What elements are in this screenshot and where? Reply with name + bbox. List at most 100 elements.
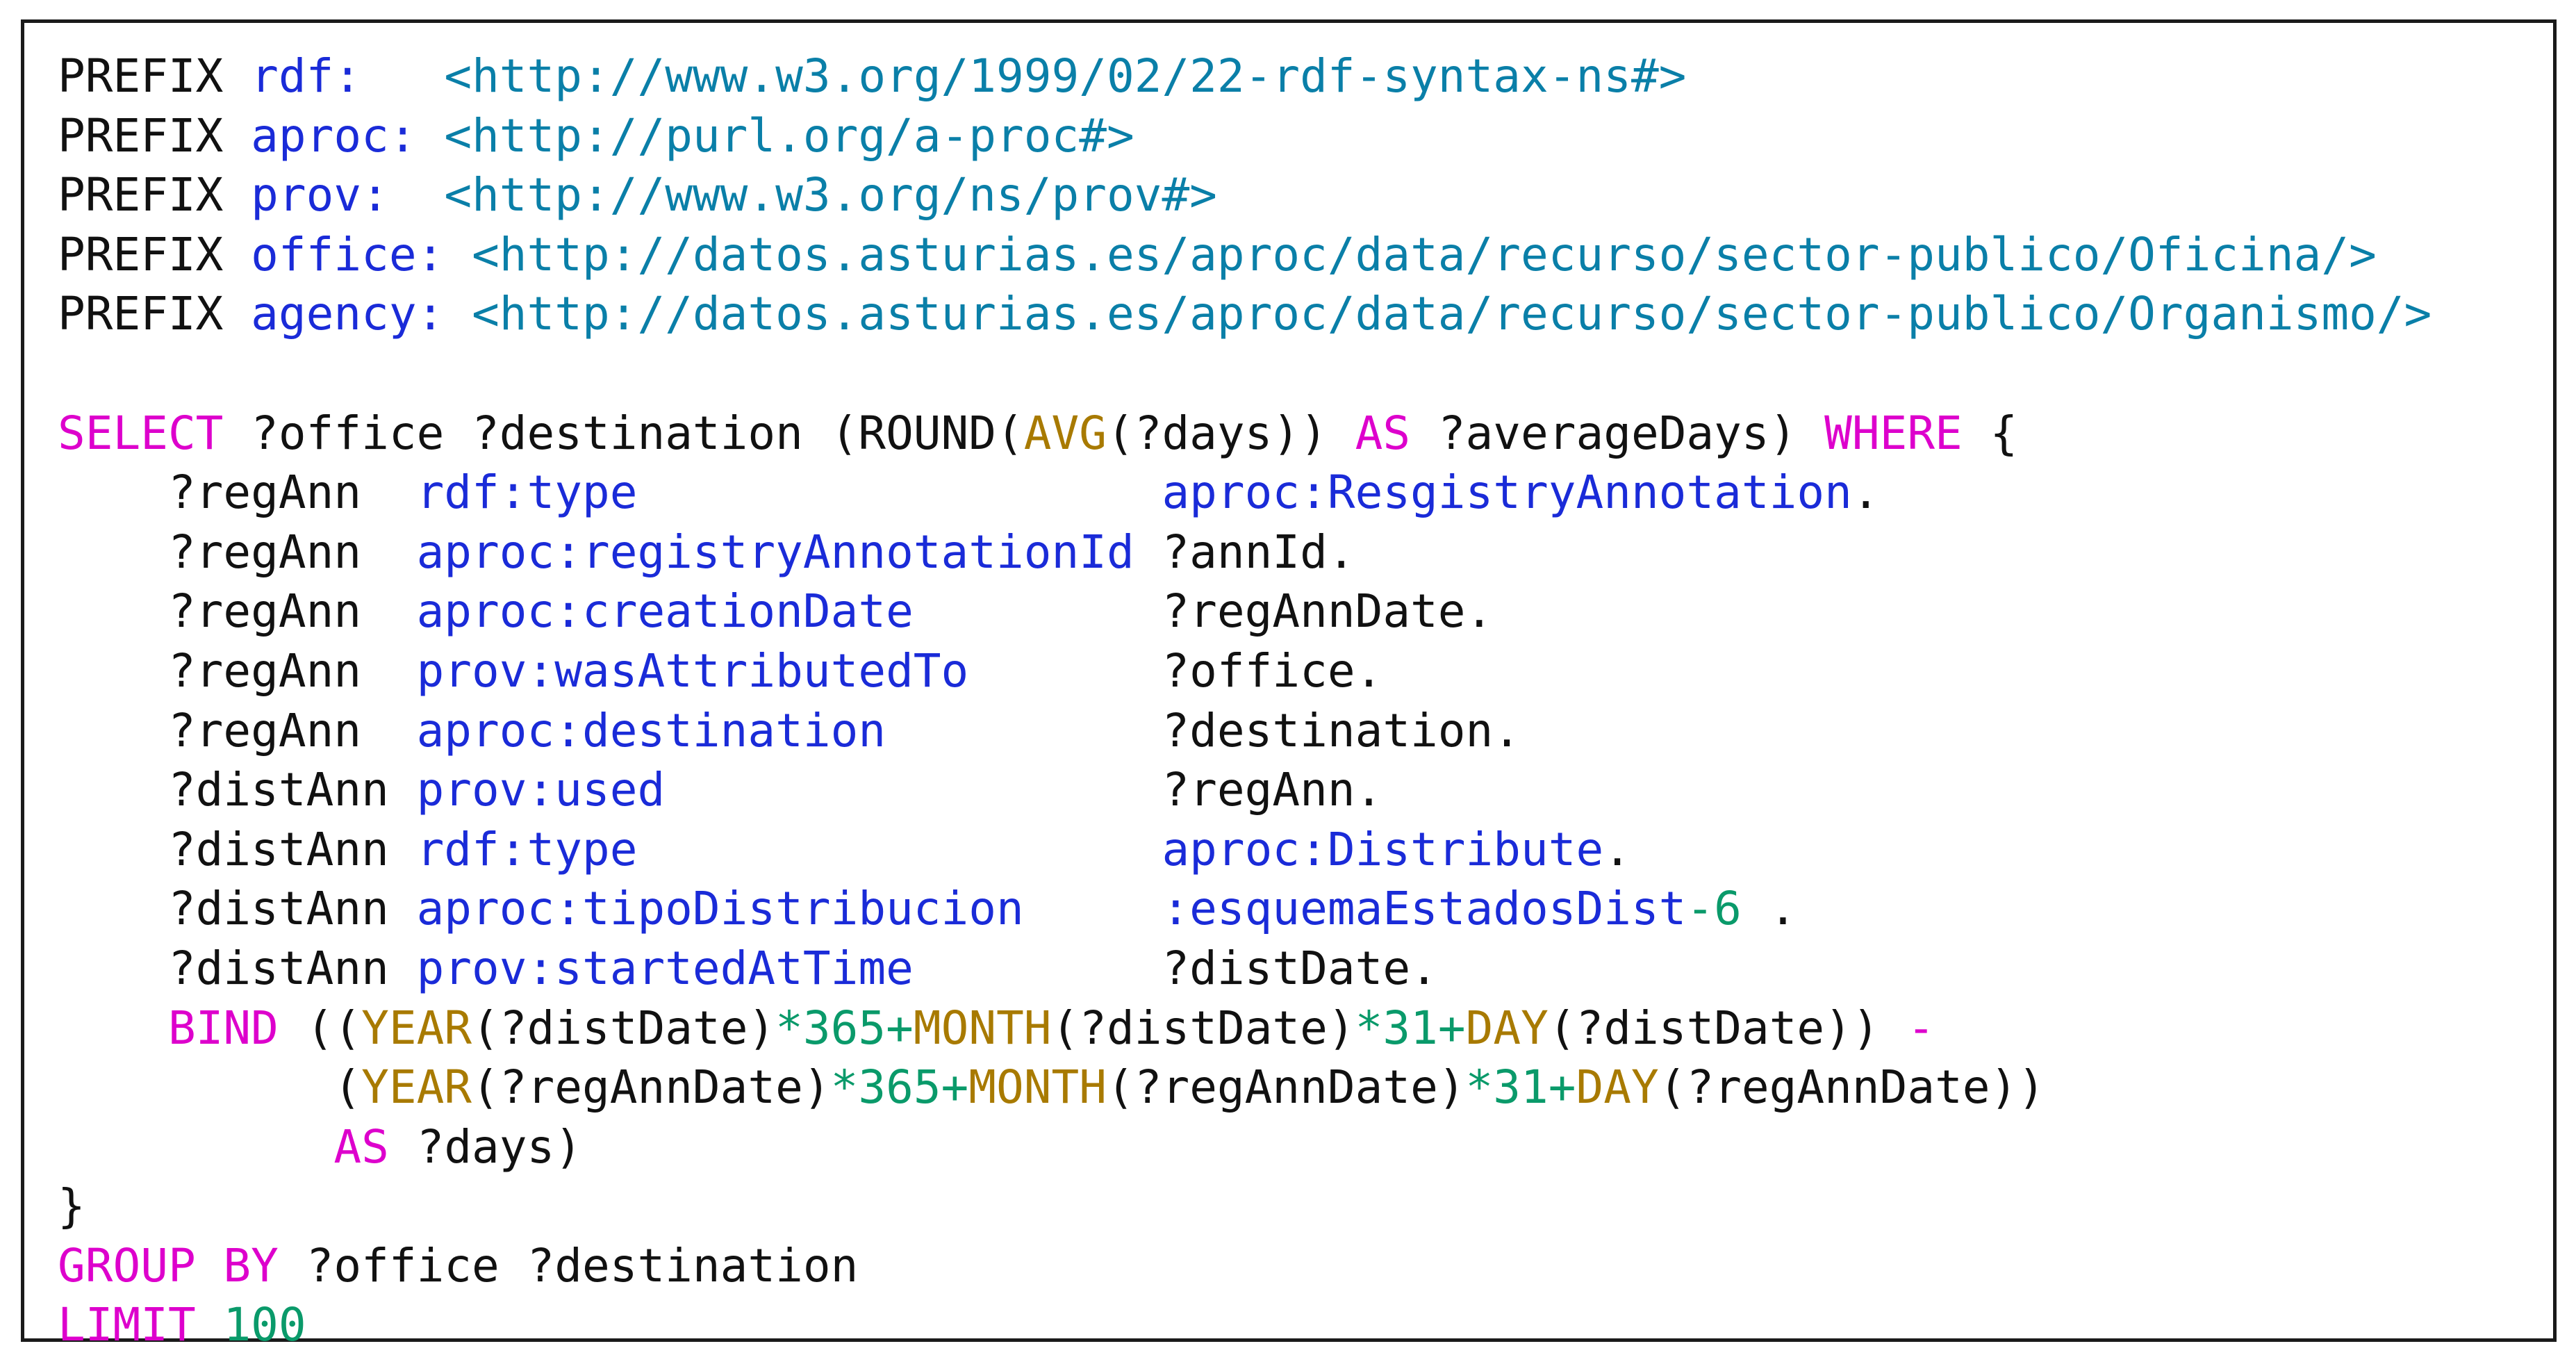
code-line: LIMIT 100 <box>58 1295 2431 1355</box>
code-keyword: AS <box>333 1119 389 1174</box>
code-line: PREFIX office: <http://datos.asturias.es… <box>58 225 2431 285</box>
code-text: PREFIX <box>58 227 251 281</box>
code-text: PREFIX <box>58 49 251 103</box>
code-keyword: GROUP BY <box>58 1238 279 1293</box>
code-line: ?regAnn prov:wasAttributedTo ?office. <box>58 641 2431 701</box>
code-function: YEAR <box>361 1060 472 1115</box>
code-text: PREFIX <box>58 108 251 163</box>
code-function: YEAR <box>361 1001 472 1055</box>
code-number: -6 <box>1686 882 1742 936</box>
code-term: agency: <box>251 287 445 341</box>
code-text: ?distAnn <box>58 882 417 936</box>
code-line: (YEAR(?regAnnDate)*365+MONTH(?regAnnDate… <box>58 1058 2431 1117</box>
code-line: ?distAnn rdf:type aproc:Distribute. <box>58 820 2431 880</box>
code-line: ?regAnn rdf:type aproc:ResgistryAnnotati… <box>58 463 2431 523</box>
code-line: SELECT ?office ?destination (ROUND(AVG(?… <box>58 404 2431 463</box>
code-frame: PREFIX rdf: <http://www.w3.org/1999/02/2… <box>21 19 2557 1352</box>
code-text: ?regAnn <box>58 643 417 698</box>
code-iri: <http://www.w3.org/ns/prov#> <box>444 168 1217 222</box>
code-line: ?regAnn aproc:registryAnnotationId ?annI… <box>58 523 2431 582</box>
code-text: ?regAnn <box>58 584 417 639</box>
code-line: ?regAnn aproc:creationDate ?regAnnDate. <box>58 582 2431 641</box>
code-text: (?distDate) <box>1051 1001 1355 1055</box>
code-text: (?regAnnDate) <box>472 1060 831 1115</box>
code-text: . <box>1851 466 1880 520</box>
code-number: *31+ <box>1465 1060 1576 1115</box>
code-function: MONTH <box>968 1060 1107 1115</box>
code-text: PREFIX <box>58 287 251 341</box>
code-text: ?office ?destination <box>278 1238 859 1293</box>
code-line: PREFIX aproc: <http://purl.org/a-proc#> <box>58 106 2431 166</box>
code-term: rdf:type <box>416 466 638 520</box>
code-text: . <box>1603 822 1631 876</box>
code-text: ?regAnn. <box>665 763 1383 817</box>
code-text: . <box>1741 882 1797 936</box>
code-text: ?distAnn <box>58 822 417 876</box>
code-text: ?days) <box>388 1119 582 1174</box>
code-keyword: LIMIT <box>58 1298 196 1352</box>
code-text: ?destination. <box>886 703 1521 757</box>
code-term: aproc:registryAnnotationId <box>416 525 1134 579</box>
code-term: prov:used <box>416 763 666 817</box>
code-term: aproc: <box>251 108 417 163</box>
code-text: (?regAnnDate)) <box>1658 1060 2046 1115</box>
code-text: ?distDate. <box>913 941 1438 995</box>
code-line: ?distAnn prov:startedAtTime ?distDate. <box>58 939 2431 999</box>
code-text: ?office. <box>968 643 1383 698</box>
code-line: GROUP BY ?office ?destination <box>58 1236 2431 1296</box>
code-line: ?distAnn prov:used ?regAnn. <box>58 760 2431 820</box>
code-line: ?distAnn aproc:tipoDistribucion :esquema… <box>58 879 2431 939</box>
code-term: rdf:type <box>416 822 638 876</box>
code-text: ?averageDays) <box>1410 406 1825 460</box>
code-text: (?distDate) <box>472 1001 776 1055</box>
code-keyword: - <box>1907 1001 1935 1055</box>
code-text: { <box>1962 406 2018 460</box>
code-term: aproc:creationDate <box>416 584 914 639</box>
code-term: aproc:Distribute <box>1162 822 1604 876</box>
code-text: ( <box>58 1060 362 1115</box>
code-text: ?regAnn <box>58 703 417 757</box>
code-function: DAY <box>1576 1060 1659 1115</box>
code-iri: <http://datos.asturias.es/aproc/data/rec… <box>472 227 2377 281</box>
code-text: ?annId. <box>1134 525 1355 579</box>
code-number: *365+ <box>775 1001 914 1055</box>
code-term: prov:wasAttributedTo <box>416 643 969 698</box>
code-keyword: BIND <box>167 1001 279 1055</box>
code-text: (?regAnnDate) <box>1106 1060 1466 1115</box>
code-text: (?distDate)) <box>1548 1001 1908 1055</box>
code-term: prov: <box>251 168 389 222</box>
code-line: PREFIX rdf: <http://www.w3.org/1999/02/2… <box>58 47 2431 106</box>
code-text: PREFIX <box>58 168 251 222</box>
code-iri: <http://purl.org/a-proc#> <box>444 108 1134 163</box>
code-line: } <box>58 1176 2431 1236</box>
code-number: *365+ <box>830 1060 969 1115</box>
code-function: DAY <box>1465 1001 1549 1055</box>
code-iri: <http://www.w3.org/1999/02/22-rdf-syntax… <box>444 49 1687 103</box>
code-line: BIND ((YEAR(?distDate)*365+MONTH(?distDa… <box>58 999 2431 1058</box>
code-text: ?regAnn <box>58 525 417 579</box>
code-term: aproc:destination <box>416 703 886 757</box>
code-term: :esquemaEstadosDist <box>1162 882 1687 936</box>
code-term: prov:startedAtTime <box>416 941 914 995</box>
code-text: ?distAnn <box>58 763 417 817</box>
code-text: } <box>58 1179 85 1233</box>
code-text: ?regAnn <box>58 466 417 520</box>
code-text: ?regAnnDate. <box>913 584 1494 639</box>
code-keyword: WHERE <box>1824 406 1963 460</box>
code-line: PREFIX prov: <http://www.w3.org/ns/prov#… <box>58 165 2431 225</box>
code-function: MONTH <box>913 1001 1052 1055</box>
code-function: AVG <box>1023 406 1107 460</box>
code-line: ?regAnn aproc:destination ?destination. <box>58 701 2431 761</box>
code-text: ?office ?destination (ROUND( <box>223 406 1024 460</box>
code-term: aproc:tipoDistribucion <box>416 882 1024 936</box>
code-keyword: AS <box>1355 406 1411 460</box>
